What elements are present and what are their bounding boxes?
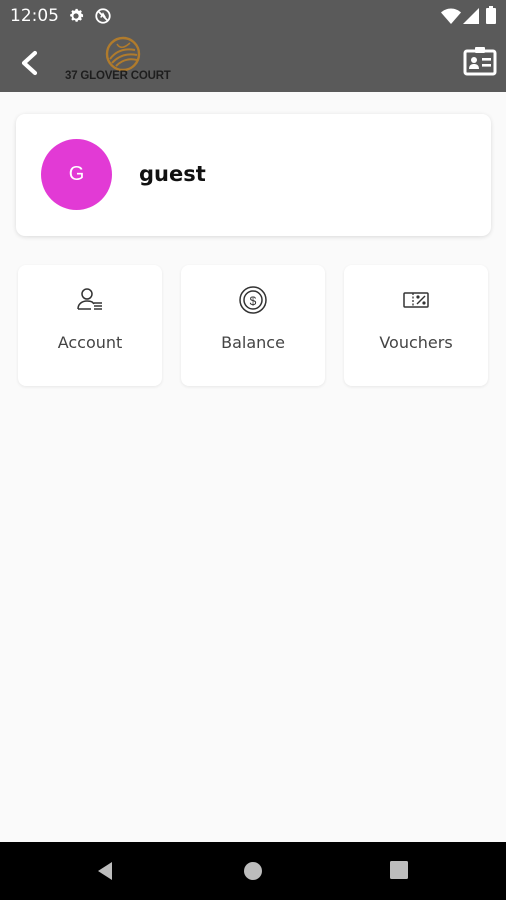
battery-icon [486,6,496,29]
nav-back-button[interactable] [94,860,116,887]
balance-label: Balance [221,333,285,352]
no-data-icon [94,7,112,30]
member-card-button[interactable] [463,46,497,76]
app-bar: 37 GLOVER COURT [0,32,506,92]
nav-recents-button[interactable] [389,860,409,885]
status-time: 12:05 [10,6,59,26]
back-triangle-icon [98,862,112,880]
vouchers-label: Vouchers [379,333,453,352]
status-bar: 12:05 [0,0,506,32]
home-circle-icon [244,862,262,880]
account-label: Account [57,333,123,352]
account-icon [77,288,102,310]
balance-tile[interactable]: $ Balance [181,265,325,386]
svg-text:$: $ [250,294,257,308]
balance-icon: $ [239,286,267,314]
profile-name: guest [139,162,206,186]
avatar: G [41,139,112,210]
vouchers-tile[interactable]: Vouchers [344,265,488,386]
wifi-icon [441,8,461,29]
voucher-icon [403,292,429,308]
recents-square-icon [390,861,408,879]
profile-card[interactable]: G guest [16,114,491,236]
chevron-left-icon [21,50,38,76]
brand-logo: 37 GLOVER COURT [62,32,186,88]
signal-icon [463,8,479,29]
system-nav-bar [0,842,506,900]
account-tile[interactable]: Account [18,265,162,386]
logo-emblem-icon [105,36,141,72]
back-button[interactable] [14,46,48,80]
settings-icon [67,7,85,30]
brand-name: 37 GLOVER COURT [65,70,171,82]
nav-home-button[interactable] [242,860,264,887]
id-card-icon [463,47,497,76]
